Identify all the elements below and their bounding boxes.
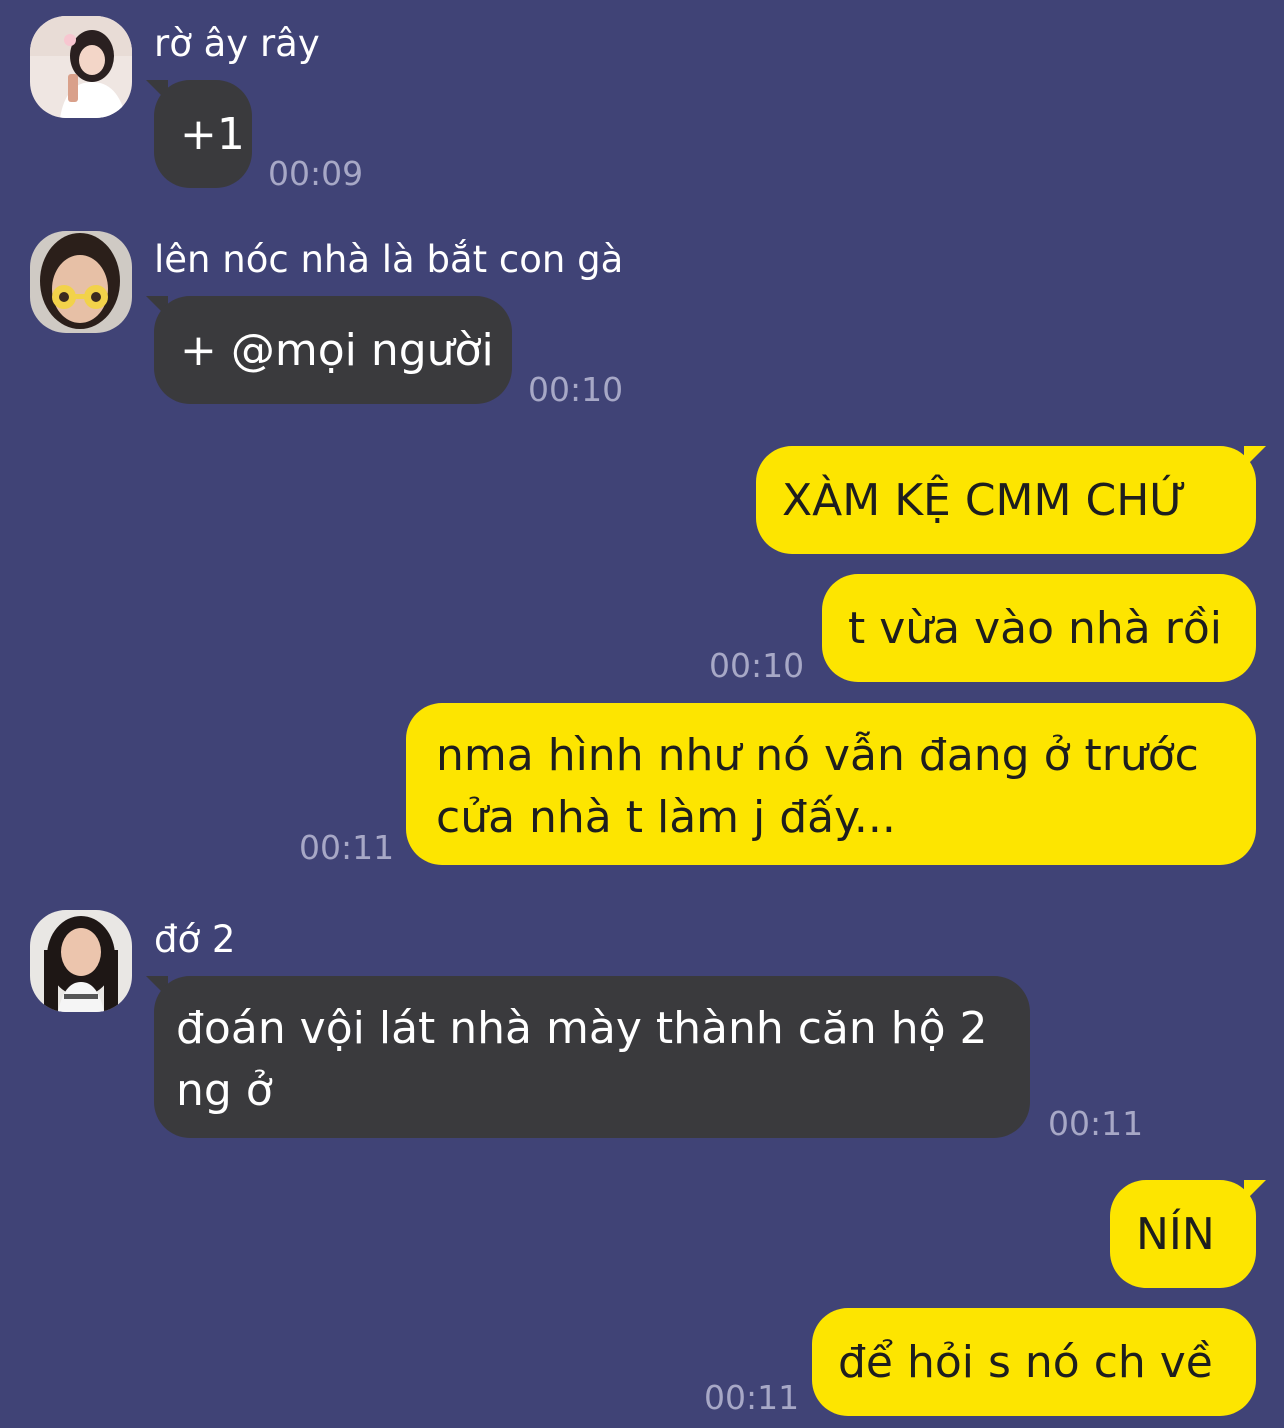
avatar-photo-icon bbox=[30, 16, 132, 118]
message-bubble-incoming[interactable]: + @mọi người bbox=[154, 296, 512, 404]
message-timestamp: 00:11 bbox=[299, 828, 395, 867]
avatar-sender-1[interactable] bbox=[30, 16, 132, 118]
avatar-sender-2[interactable] bbox=[30, 231, 132, 333]
message-bubble-outgoing[interactable]: NÍN bbox=[1110, 1180, 1256, 1288]
message-bubble-outgoing[interactable]: để hỏi s nó ch về bbox=[812, 1308, 1256, 1416]
message-timestamp: 00:09 bbox=[268, 154, 364, 193]
avatar-photo-icon bbox=[30, 231, 132, 333]
chat-thread: rờ ây rây +1 00:09 lên nóc nhà là bắt co… bbox=[0, 0, 1284, 1428]
message-timestamp: 00:10 bbox=[709, 646, 805, 685]
sender-name: đớ 2 bbox=[154, 918, 236, 961]
message-timestamp: 00:11 bbox=[1048, 1104, 1144, 1143]
message-bubble-incoming[interactable]: đoán vội lát nhà mày thành căn hộ 2 ng ở bbox=[154, 976, 1030, 1138]
avatar-photo-icon bbox=[30, 910, 132, 1012]
message-bubble-outgoing[interactable]: t vừa vào nhà rồi bbox=[822, 574, 1256, 682]
message-timestamp: 00:11 bbox=[704, 1378, 800, 1417]
sender-name: lên nóc nhà là bắt con gà bbox=[154, 238, 624, 281]
message-timestamp: 00:10 bbox=[528, 370, 624, 409]
sender-name: rờ ây rây bbox=[154, 22, 320, 65]
avatar-sender-3[interactable] bbox=[30, 910, 132, 1012]
message-bubble-outgoing[interactable]: nma hình như nó vẫn đang ở trước cửa nhà… bbox=[406, 703, 1256, 865]
message-bubble-incoming[interactable]: +1 bbox=[154, 80, 252, 188]
message-bubble-outgoing[interactable]: XÀM KỆ CMM CHỨ bbox=[756, 446, 1256, 554]
